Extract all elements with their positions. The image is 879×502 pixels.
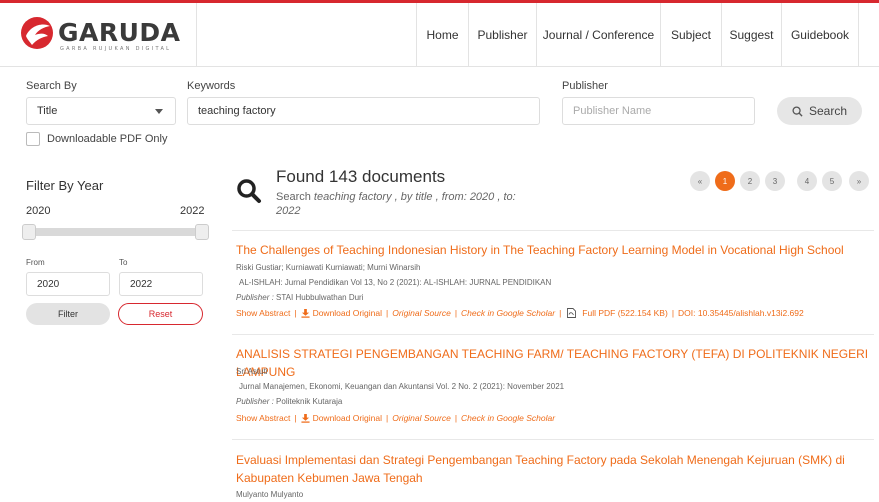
full-pdf-link[interactable]: Full PDF (522.154 KB) (582, 308, 668, 318)
separator: | (559, 308, 562, 318)
search-button[interactable]: Search (777, 97, 862, 125)
divider (232, 230, 874, 231)
page-2[interactable]: 2 (740, 171, 760, 191)
page-next[interactable]: » (849, 171, 869, 191)
search-by-select[interactable]: Title (26, 97, 176, 125)
doi-link[interactable]: DOI: 10.35445/alishlah.v13i2.692 (678, 308, 804, 318)
results-description: Search teaching factory , by title , fro… (276, 190, 556, 218)
pdf-only-label: Downloadable PDF Only (47, 133, 168, 145)
publisher-prefix: Publisher : (236, 397, 274, 406)
separator: | (386, 413, 389, 423)
nav-publisher[interactable]: Publisher (468, 3, 536, 67)
search-by-label: Search By (26, 80, 77, 92)
separator: | (294, 413, 297, 423)
publisher-prefix: Publisher : (236, 293, 274, 302)
result-publisher: Publisher : Politeknik Kutaraja (236, 397, 342, 406)
desc-end: 2022 (276, 205, 301, 217)
to-label: To (119, 258, 128, 267)
separator: | (294, 308, 297, 318)
filter-title: Filter By Year (26, 178, 104, 193)
download-original-link[interactable]: Download Original (313, 413, 382, 423)
year-min-label: 2020 (26, 205, 51, 217)
page-5[interactable]: 5 (822, 171, 842, 191)
reset-button[interactable]: Reset (118, 303, 203, 325)
original-source-link[interactable]: Original Source (392, 308, 451, 318)
download-icon (301, 308, 310, 318)
result-actions: Show Abstract | Download Original | Orig… (236, 308, 804, 318)
nav-suggest[interactable]: Suggest (721, 3, 781, 67)
results-count: Found 143 documents (276, 167, 446, 186)
divider (232, 439, 874, 440)
page-4[interactable]: 4 (797, 171, 817, 191)
publisher-placeholder: Publisher Name (573, 105, 652, 117)
to-year-input[interactable]: 2022 (119, 272, 203, 296)
publisher-name[interactable]: STAI Hubbulwathan Duri (276, 293, 363, 302)
download-icon (301, 413, 310, 423)
header: GARUDA GARBA RUJUKAN DIGITAL Home Publis… (0, 3, 879, 67)
search-by-value: Title (37, 105, 58, 117)
result-authors[interactable]: Sri Astuti (236, 367, 268, 376)
result-title-continued[interactable]: Kabupaten Kebumen Jawa Tengah (236, 469, 423, 487)
desc-mid: , by title , from: 2020 , to: (391, 191, 516, 203)
google-scholar-link[interactable]: Check in Google Scholar (461, 413, 555, 423)
result-title[interactable]: Evaluasi Implementasi dan Strategi Penge… (236, 451, 845, 469)
divider (232, 334, 874, 335)
header-divider (196, 3, 197, 67)
garuda-logo[interactable]: GARUDA GARBA RUJUKAN DIGITAL (20, 14, 195, 54)
separator: | (454, 308, 458, 318)
keywords-label: Keywords (187, 80, 236, 92)
separator: | (454, 413, 458, 423)
nav-home[interactable]: Home (416, 3, 468, 67)
result-title[interactable]: ANALISIS STRATEGI PENGEMBANGAN TEACHING … (236, 345, 879, 381)
slider-handle-min[interactable] (22, 224, 36, 240)
result-actions: Show Abstract | Download Original | Orig… (236, 413, 555, 423)
publisher-input[interactable]: Publisher Name (562, 97, 755, 125)
page-prev[interactable]: « (690, 171, 710, 191)
chevron-down-icon (155, 109, 163, 114)
publisher-label: Publisher (562, 80, 608, 92)
year-max-label: 2022 (180, 205, 205, 217)
show-abstract-link[interactable]: Show Abstract (236, 308, 290, 318)
garuda-bird-icon (21, 17, 53, 49)
pdf-file-icon (567, 308, 577, 318)
from-label: From (26, 258, 45, 267)
result-journal[interactable]: Jurnal Manajemen, Ekonomi, Keuangan dan … (239, 382, 564, 391)
nav-journal-conference[interactable]: Journal / Conference (536, 3, 660, 67)
year-range-slider[interactable] (26, 228, 206, 236)
from-year-input[interactable]: 2020 (26, 272, 110, 296)
search-icon (792, 105, 803, 117)
slider-handle-max[interactable] (195, 224, 209, 240)
nav-guidebook[interactable]: Guidebook (781, 3, 859, 67)
original-source-link[interactable]: Original Source (392, 413, 451, 423)
search-icon (237, 179, 261, 203)
brand-name: GARUDA (58, 18, 181, 47)
result-authors[interactable]: Mulyanto Mulyanto (236, 490, 303, 499)
download-original-link[interactable]: Download Original (313, 308, 382, 318)
brand-tagline: GARBA RUJUKAN DIGITAL (60, 46, 172, 52)
page-3[interactable]: 3 (765, 171, 785, 191)
filter-button[interactable]: Filter (26, 303, 110, 325)
result-title[interactable]: The Challenges of Teaching Indonesian Hi… (236, 241, 844, 259)
separator: | (386, 308, 389, 318)
keywords-value: teaching factory (198, 105, 276, 117)
publisher-name[interactable]: Politeknik Kutaraja (276, 397, 342, 406)
pdf-only-checkbox[interactable] (26, 132, 40, 146)
from-year-value: 2020 (37, 278, 60, 290)
result-publisher: Publisher : STAI Hubbulwathan Duri (236, 293, 363, 302)
nav-subject[interactable]: Subject (660, 3, 721, 67)
search-button-label: Search (808, 104, 848, 118)
to-year-value: 2022 (130, 278, 153, 290)
result-authors[interactable]: Riski Gustiar; Kurniawati Kurniawati; Mu… (236, 263, 421, 272)
desc-prefix: Search (276, 191, 314, 203)
result-journal[interactable]: AL-ISHLAH: Jurnal Pendidikan Vol 13, No … (239, 278, 551, 287)
separator: | (671, 308, 675, 318)
keywords-input[interactable]: teaching factory (187, 97, 540, 125)
desc-query: teaching factory (313, 191, 392, 203)
page-1[interactable]: 1 (715, 171, 735, 191)
google-scholar-link[interactable]: Check in Google Scholar (461, 308, 555, 318)
show-abstract-link[interactable]: Show Abstract (236, 413, 290, 423)
